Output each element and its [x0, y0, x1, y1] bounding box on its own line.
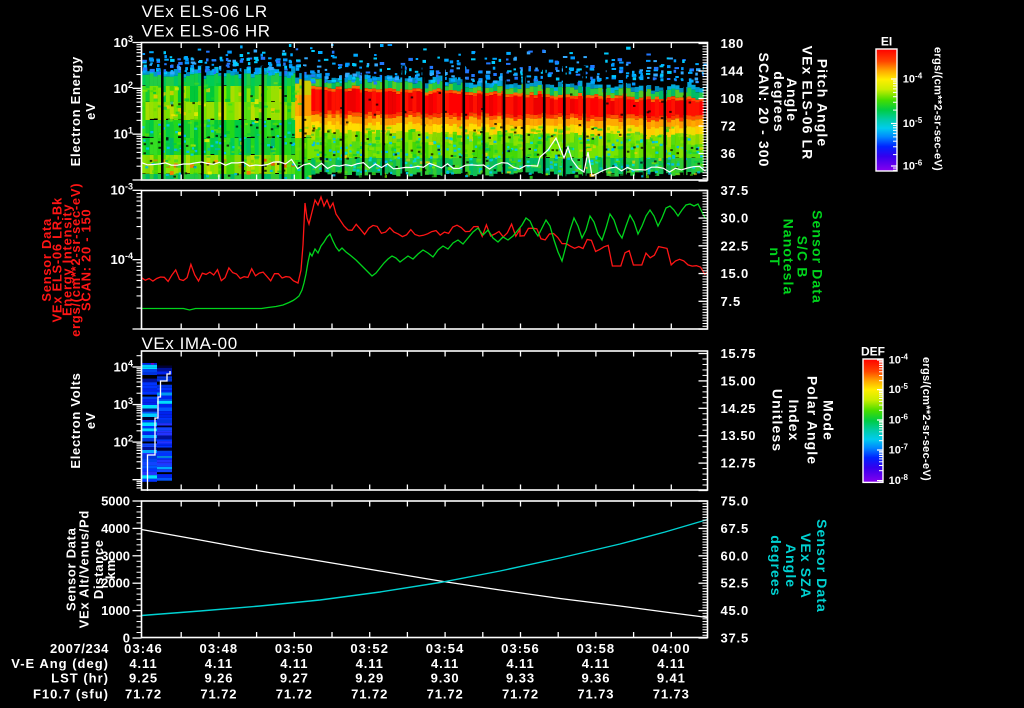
svg-text:VEx ELS-06 LR: VEx ELS-06 LR [800, 46, 816, 161]
svg-text:71.72: 71.72 [276, 687, 313, 702]
svg-text:SCAN: 20 - 150: SCAN: 20 - 150 [78, 209, 93, 311]
svg-text:4.11: 4.11 [431, 656, 459, 671]
svg-text:15.00: 15.00 [721, 373, 757, 388]
svg-text:45.0: 45.0 [721, 603, 750, 618]
svg-text:1000: 1000 [101, 603, 130, 618]
svg-text:LST (hr): LST (hr) [51, 671, 109, 686]
svg-text:9.41: 9.41 [657, 671, 686, 686]
svg-text:72: 72 [721, 119, 736, 134]
svg-text:SCAN: 20 - 300: SCAN: 20 - 300 [756, 53, 772, 168]
svg-text:degrees: degrees [771, 71, 787, 132]
svg-text:Pitch Angle: Pitch Angle [815, 59, 831, 148]
svg-text:12.75: 12.75 [721, 456, 757, 471]
svg-text:Electron Volts: Electron Volts [68, 372, 83, 468]
svg-text:36: 36 [721, 146, 736, 161]
svg-text:03:52: 03:52 [350, 641, 389, 656]
svg-text:9.33: 9.33 [506, 671, 535, 686]
svg-text:degrees: degrees [768, 535, 784, 596]
svg-text:Sensor Data: Sensor Data [814, 519, 830, 613]
svg-text:7.5: 7.5 [721, 294, 741, 309]
svg-text:67.5: 67.5 [721, 521, 750, 536]
svg-text:71.72: 71.72 [502, 687, 539, 702]
svg-text:Electron Energy: Electron Energy [68, 56, 83, 166]
svg-text:VEx Alt/Venus/Pd: VEx Alt/Venus/Pd [77, 510, 92, 628]
svg-text:Index: Index [786, 399, 802, 441]
svg-text:nT: nT [767, 247, 783, 266]
svg-text:71.72: 71.72 [351, 687, 388, 702]
svg-text:Angle: Angle [783, 544, 799, 588]
svg-text:4.11: 4.11 [205, 656, 233, 671]
svg-text:13.50: 13.50 [721, 428, 757, 443]
svg-text:71.72: 71.72 [200, 687, 237, 702]
svg-text:108: 108 [721, 91, 744, 106]
svg-text:03:58: 03:58 [577, 641, 616, 656]
svg-text:60.0: 60.0 [721, 548, 750, 563]
svg-text:9.29: 9.29 [355, 671, 384, 686]
svg-text:9.36: 9.36 [581, 671, 610, 686]
svg-text:71.72: 71.72 [125, 687, 162, 702]
svg-text:EI: EI [881, 35, 892, 49]
svg-text:9.30: 9.30 [431, 671, 460, 686]
svg-text:DEF: DEF [861, 345, 885, 359]
svg-text:4000: 4000 [101, 521, 130, 536]
svg-text:km: km [103, 559, 118, 579]
svg-text:9.27: 9.27 [280, 671, 309, 686]
svg-text:ergs/(cm**2-sr-sec-eV): ergs/(cm**2-sr-sec-eV) [920, 357, 932, 481]
svg-text:5000: 5000 [101, 494, 130, 509]
svg-text:03:56: 03:56 [501, 641, 540, 656]
svg-text:VEx ELS-06 LR: VEx ELS-06 LR [142, 2, 268, 21]
svg-text:2007/234: 2007/234 [50, 641, 109, 656]
svg-text:37.5: 37.5 [721, 183, 750, 198]
svg-text:9.25: 9.25 [129, 671, 158, 686]
svg-text:4.11: 4.11 [280, 656, 308, 671]
svg-text:14.25: 14.25 [721, 401, 757, 416]
svg-text:75.0: 75.0 [721, 494, 750, 509]
svg-text:9.26: 9.26 [204, 671, 233, 686]
svg-text:4.11: 4.11 [129, 656, 157, 671]
svg-text:71.73: 71.73 [577, 687, 614, 702]
svg-text:eV: eV [83, 103, 98, 120]
svg-text:Sensor Data: Sensor Data [810, 210, 826, 304]
svg-text:4.11: 4.11 [582, 656, 610, 671]
svg-text:4.11: 4.11 [506, 656, 534, 671]
svg-text:71.72: 71.72 [427, 687, 464, 702]
svg-text:37.5: 37.5 [721, 631, 750, 646]
svg-text:03:46: 03:46 [124, 641, 163, 656]
svg-text:15.0: 15.0 [721, 266, 750, 281]
svg-text:eV: eV [83, 412, 98, 429]
svg-text:15.75: 15.75 [721, 346, 757, 361]
svg-text:Unitless: Unitless [770, 389, 786, 452]
svg-text:4.11: 4.11 [657, 656, 685, 671]
svg-text:Mode: Mode [821, 400, 837, 441]
svg-text:VEx SZA: VEx SZA [798, 533, 814, 599]
svg-text:144: 144 [721, 64, 744, 79]
svg-text:Polar Angle: Polar Angle [805, 376, 821, 465]
svg-text:ergs/(cm**2-sr-sec-eV): ergs/(cm**2-sr-sec-eV) [931, 47, 943, 171]
svg-text:03:48: 03:48 [200, 641, 239, 656]
svg-text:71.73: 71.73 [653, 687, 690, 702]
svg-text:22.5: 22.5 [721, 238, 750, 253]
svg-text:04:00: 04:00 [652, 641, 691, 656]
svg-text:4.11: 4.11 [356, 656, 384, 671]
svg-text:VEx ELS-06 HR: VEx ELS-06 HR [142, 21, 271, 40]
svg-text:30.0: 30.0 [721, 211, 750, 226]
svg-text:VEx IMA-00: VEx IMA-00 [142, 334, 238, 353]
svg-text:180: 180 [721, 36, 744, 51]
svg-text:03:54: 03:54 [426, 641, 465, 656]
svg-text:52.5: 52.5 [721, 576, 750, 591]
svg-text:03:50: 03:50 [275, 641, 314, 656]
svg-text:F10.7 (sfu): F10.7 (sfu) [33, 687, 109, 702]
svg-text:V-E Ang (deg): V-E Ang (deg) [11, 656, 109, 671]
